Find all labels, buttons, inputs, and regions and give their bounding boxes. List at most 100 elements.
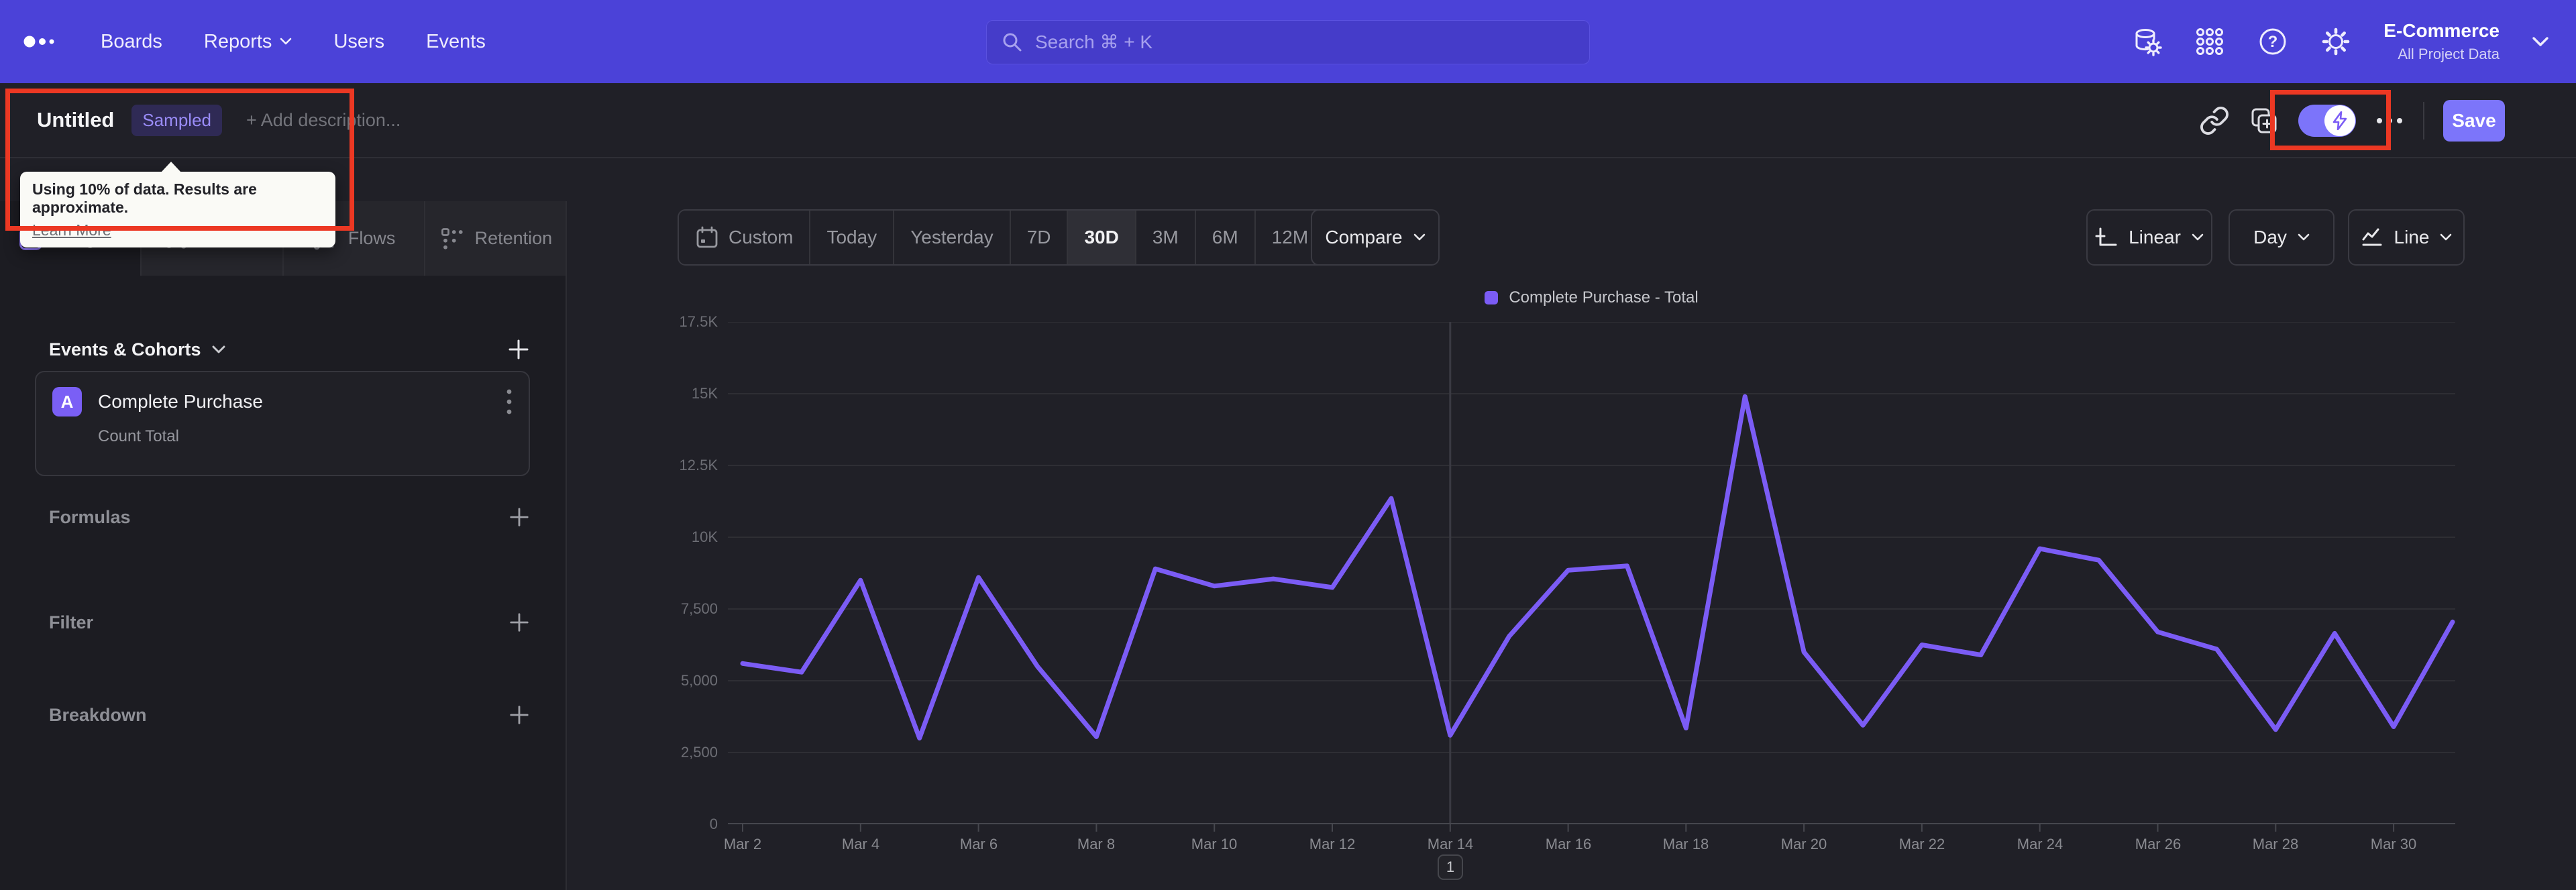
range-30d[interactable]: 30D (1067, 211, 1135, 264)
event-card[interactable]: A Complete Purchase Count Total (35, 371, 530, 476)
chevron-down-icon (2532, 37, 2548, 46)
compare-dropdown[interactable]: Compare (1311, 209, 1440, 266)
kebab-menu-icon[interactable] (506, 388, 513, 416)
x-axis-label: Mar 6 (959, 836, 998, 852)
tab-retention[interactable]: Retention (423, 201, 566, 276)
chevron-down-icon (2298, 233, 2310, 241)
y-axis-label: 2,500 (680, 744, 718, 761)
section-breakdown: Breakdown (0, 698, 566, 732)
range-label: 30D (1084, 227, 1119, 247)
x-axis-label: Mar 2 (723, 836, 762, 852)
retention-icon (441, 227, 463, 249)
link-icon[interactable] (2199, 105, 2230, 136)
compare-label: Compare (1325, 227, 1403, 247)
range-label: Custom (729, 227, 794, 247)
sampling-tooltip: Using 10% of data. Results are approxima… (20, 162, 335, 247)
data-management-icon[interactable] (2131, 26, 2162, 57)
range-yesterday[interactable]: Yesterday (893, 211, 1010, 264)
chart-legend: Complete Purchase - Total (728, 288, 2455, 307)
event-metric[interactable]: Count Total (98, 427, 513, 446)
apps-grid-icon[interactable] (2194, 26, 2225, 57)
x-axis-label: Mar 22 (1898, 836, 1945, 852)
x-axis-label: Mar 10 (1191, 836, 1238, 852)
range-label: 6M (1212, 227, 1238, 247)
calendar-icon (696, 226, 718, 248)
top-nav: Boards Reports Users Events Search ⌘ + K… (0, 0, 2576, 83)
sampling-toggle[interactable] (2298, 105, 2356, 137)
add-breakdown-button[interactable] (508, 704, 530, 726)
y-axis-label: 15K (691, 385, 718, 402)
add-formulas-button[interactable] (508, 506, 530, 528)
line-chart-canvas[interactable] (728, 322, 2455, 834)
range-3m[interactable]: 3M (1134, 211, 1195, 264)
chevron-down-icon (2440, 233, 2452, 241)
learn-more-link[interactable]: Learn More (32, 221, 111, 239)
nav-item-users[interactable]: Users (333, 31, 384, 53)
toggle-knob (2324, 105, 2355, 136)
section-filter: Filter (0, 605, 566, 640)
range-label: Today (826, 227, 877, 247)
range-today[interactable]: Today (809, 211, 894, 264)
range-custom[interactable]: Custom (679, 211, 810, 264)
nav-item-boards[interactable]: Boards (101, 31, 162, 53)
sampled-badge[interactable]: Sampled (131, 104, 222, 136)
help-icon[interactable]: ? (2257, 26, 2288, 57)
chart-type-label: Line (2394, 227, 2430, 247)
x-axis-label: Mar 14 (1427, 836, 1474, 852)
chart-type-dropdown[interactable]: Line (2348, 209, 2465, 266)
nav-item-reports[interactable]: Reports (204, 31, 292, 53)
project-name: E-Commerce (2383, 20, 2500, 41)
copy-to-board-icon[interactable] (2249, 105, 2279, 136)
x-axis-label: Mar 18 (1662, 836, 1709, 852)
chevron-down-icon (1413, 233, 1425, 241)
interval-dropdown[interactable]: Day (2229, 209, 2334, 266)
svg-text:?: ? (2268, 33, 2278, 51)
search-input[interactable] (1035, 32, 1574, 53)
range-7d[interactable]: 7D (1009, 211, 1067, 264)
add-filter-button[interactable] (508, 612, 530, 633)
nav-right-cluster: ? E-Commerce All Project Data (2131, 0, 2549, 83)
range-6m[interactable]: 6M (1194, 211, 1254, 264)
legend-label: Complete Purchase - Total (1509, 288, 1699, 307)
search-bar[interactable] (986, 20, 1590, 64)
section-label: Breakdown (49, 704, 147, 725)
settings-gear-icon[interactable] (2320, 26, 2351, 57)
nav-item-events[interactable]: Events (426, 31, 486, 53)
divider (2423, 102, 2424, 140)
section-label: Formulas (49, 506, 131, 527)
more-ellipsis-icon[interactable] (2375, 116, 2404, 125)
report-title[interactable]: Untitled (37, 108, 114, 132)
query-builder-panel (0, 276, 566, 890)
panel-divider (566, 201, 567, 890)
y-axis-label: 12.5K (679, 457, 718, 474)
add-description-button[interactable]: + Add description... (246, 110, 400, 131)
chevron-down-icon (280, 38, 292, 45)
scale-label: Linear (2129, 227, 2181, 247)
title-actions: Save (2199, 83, 2505, 158)
report-title-bar: Untitled Sampled + Add description... Sa… (0, 83, 2576, 158)
tooltip-arrow (161, 162, 181, 172)
series-line[interactable] (740, 394, 2455, 741)
project-scope: All Project Data (2398, 46, 2500, 62)
x-axis-label: Mar 16 (1545, 836, 1592, 852)
y-axis-label: 17.5K (679, 313, 718, 330)
section-label: Filter (49, 612, 94, 632)
legend-swatch (1485, 291, 1499, 304)
events-cohorts-header-row: Events & Cohorts (0, 332, 566, 367)
mixpanel-logo-icon[interactable] (23, 34, 60, 50)
scale-dropdown[interactable]: Linear (2086, 209, 2212, 266)
save-button[interactable]: Save (2443, 100, 2505, 142)
events-cohorts-label: Events & Cohorts (49, 339, 201, 359)
x-axis-label: Mar 30 (2370, 836, 2417, 852)
events-cohorts-header[interactable]: Events & Cohorts (49, 339, 225, 360)
nav-item-label: Users (333, 30, 385, 52)
add-event-button[interactable] (507, 338, 530, 361)
legend-item[interactable]: Complete Purchase - Total (1485, 288, 1699, 307)
project-selector[interactable]: E-Commerce All Project Data (2383, 20, 2500, 63)
linear-scale-icon (2095, 227, 2117, 246)
section-formulas: Formulas (0, 500, 566, 535)
annotation-marker[interactable]: 1 (1438, 854, 1463, 880)
range-label: 12M (1271, 227, 1309, 247)
tooltip-text: Using 10% of data. Results are approxima… (32, 180, 257, 216)
x-axis-label: Mar 8 (1077, 836, 1116, 852)
